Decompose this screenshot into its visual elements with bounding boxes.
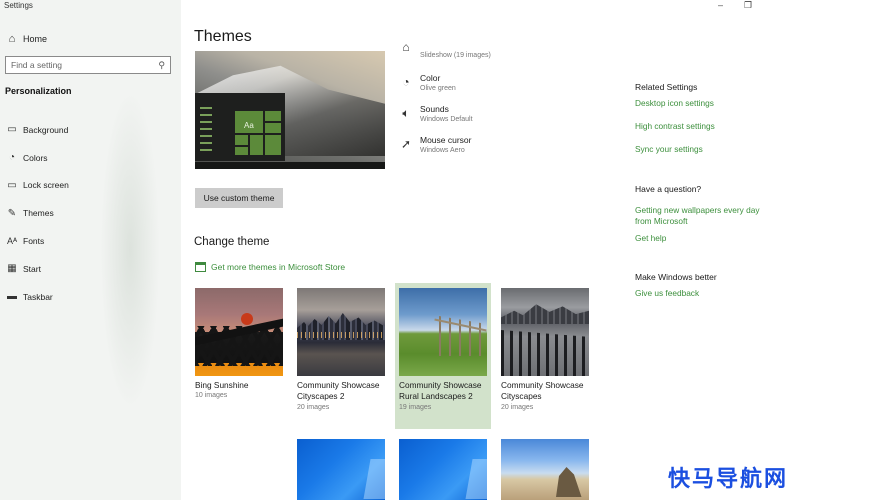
- theme-count: 19 images: [399, 404, 432, 411]
- property-subtitle: Olive green: [420, 85, 456, 92]
- theme-name: Community Showcase Cityscapes 2: [297, 380, 380, 401]
- palette-icon: ◔: [8, 152, 16, 164]
- nav-list: ▭ Background ◔ Colors ▭ Lock screen ✎ Th…: [0, 116, 181, 311]
- theme-thumbnail: [195, 288, 283, 376]
- theme-card-windows[interactable]: [297, 434, 393, 500]
- make-windows-better-heading: Make Windows better: [635, 272, 717, 282]
- sidebar-item-fonts[interactable]: Aᴬ Fonts: [0, 227, 181, 255]
- theme-card-cityscapes-2[interactable]: Community Showcase Cityscapes 2 20 image…: [297, 283, 393, 429]
- related-settings-heading: Related Settings: [635, 82, 698, 92]
- sidebar-item-label: Themes: [23, 208, 54, 219]
- window-title: Settings: [4, 1, 33, 10]
- search-icon[interactable]: ⚲: [158, 60, 165, 71]
- tiles-preview: Aa: [235, 111, 281, 155]
- sidebar-item-label: Taskbar: [23, 291, 53, 302]
- property-mouse-cursor[interactable]: ➚ Mouse cursor Windows Aero: [396, 133, 556, 161]
- sidebar-item-themes[interactable]: ✎ Themes: [0, 199, 181, 227]
- sidebar-item-background[interactable]: ▭ Background: [0, 116, 181, 144]
- theme-card-windows-light[interactable]: [399, 434, 495, 500]
- theme-grid: Bing Sunshine 10 images Community Showca…: [195, 283, 595, 500]
- property-title: Mouse cursor: [420, 135, 472, 145]
- theme-thumbnail: [501, 288, 589, 376]
- taskbar-preview: [195, 162, 385, 169]
- property-background[interactable]: ⌂ Slideshow (19 images): [396, 40, 556, 68]
- change-theme-heading: Change theme: [194, 236, 270, 248]
- high-contrast-settings-link[interactable]: High contrast settings: [635, 121, 795, 132]
- property-title: Sounds: [420, 104, 449, 114]
- picture-icon: ⌂: [402, 40, 410, 54]
- start-icon: ▦: [7, 263, 17, 275]
- sidebar-item-label: Lock screen: [23, 180, 69, 191]
- property-sounds[interactable]: 🔈︎ Sounds Windows Default: [396, 102, 556, 130]
- sidebar-item-label: Colors: [23, 152, 48, 163]
- speaker-icon: 🔈︎: [402, 106, 410, 120]
- theme-preview: Aa: [195, 51, 385, 169]
- property-subtitle: Windows Default: [420, 116, 473, 123]
- watermark: 快马导航网: [668, 467, 789, 492]
- sidebar-item-lock-screen[interactable]: ▭ Lock screen: [0, 172, 181, 200]
- home-icon: ⌂: [8, 33, 16, 45]
- sidebar-item-start[interactable]: ▦ Start: [0, 255, 181, 283]
- property-subtitle: Windows Aero: [420, 147, 465, 154]
- search-box[interactable]: ⚲: [5, 56, 171, 74]
- search-input[interactable]: [11, 60, 151, 70]
- question-heading: Have a question?: [635, 184, 702, 194]
- theme-thumbnail: [399, 439, 487, 500]
- property-subtitle: Slideshow (19 images): [420, 52, 491, 59]
- theme-count: 20 images: [501, 404, 534, 411]
- font-icon: Aᴬ: [6, 236, 18, 247]
- lock-screen-icon: ▭: [7, 179, 17, 191]
- taskbar-icon: ▬: [7, 291, 17, 303]
- desktop-icon-settings-link[interactable]: Desktop icon settings: [635, 98, 795, 109]
- cursor-icon: ➚: [400, 137, 412, 151]
- preview-tile-label: Aa: [244, 121, 254, 130]
- theme-count: 20 images: [297, 404, 330, 411]
- sidebar-item-label: Background: [23, 124, 69, 135]
- sidebar-item-label: Fonts: [23, 236, 45, 247]
- theme-thumbnail: [501, 439, 589, 500]
- section-title: Personalization: [5, 86, 72, 96]
- give-feedback-link[interactable]: Give us feedback: [635, 288, 795, 299]
- sidebar-item-taskbar[interactable]: ▬ Taskbar: [0, 283, 181, 311]
- nav-home-label: Home: [23, 34, 48, 44]
- brush-icon: ✎: [7, 207, 17, 219]
- restore-button[interactable]: ❐: [744, 0, 752, 11]
- get-help-link[interactable]: Get help: [635, 233, 795, 244]
- palette-icon: ◔: [402, 75, 410, 89]
- main-content: – ❐ Themes Aa ⌂ Slideshow (19 images) ◔ …: [181, 0, 869, 500]
- use-custom-theme-button[interactable]: Use custom theme: [195, 188, 283, 208]
- picture-icon: ▭: [7, 124, 17, 136]
- store-link[interactable]: Get more themes in Microsoft Store: [195, 262, 345, 272]
- theme-card-cityscapes[interactable]: Community Showcase Cityscapes 20 images: [501, 283, 597, 429]
- store-bag-icon: [195, 262, 206, 272]
- sidebar-item-label: Start: [23, 263, 41, 274]
- theme-thumbnail: [399, 288, 487, 376]
- theme-card-rural-landscapes-2[interactable]: Community Showcase Rural Landscapes 2 19…: [395, 283, 491, 429]
- minimize-button[interactable]: –: [718, 0, 723, 10]
- theme-thumbnail: [297, 288, 385, 376]
- sync-settings-link[interactable]: Sync your settings: [635, 144, 795, 155]
- property-title: Color: [420, 73, 441, 83]
- theme-card-bing-sunshine[interactable]: Bing Sunshine 10 images: [195, 283, 291, 429]
- theme-card-beach[interactable]: [501, 434, 597, 500]
- store-link-label: Get more themes in Microsoft Store: [211, 262, 346, 272]
- property-color[interactable]: ◔ Color Olive green: [396, 71, 556, 99]
- wallpapers-link[interactable]: Getting new wallpapers every day from Mi…: [635, 205, 775, 227]
- page-title: Themes: [194, 28, 252, 45]
- sidebar: Settings ⌂ Home ⚲ Personalization ▭ Back…: [0, 0, 181, 500]
- theme-name: Community Showcase Cityscapes: [501, 380, 584, 401]
- theme-name: Community Showcase Rural Landscapes 2: [399, 380, 482, 401]
- theme-thumbnail: [297, 439, 385, 500]
- theme-count: 10 images: [195, 392, 228, 399]
- sidebar-item-colors[interactable]: ◔ Colors: [0, 144, 181, 172]
- theme-name: Bing Sunshine: [195, 380, 249, 390]
- nav-home[interactable]: ⌂ Home: [0, 30, 181, 48]
